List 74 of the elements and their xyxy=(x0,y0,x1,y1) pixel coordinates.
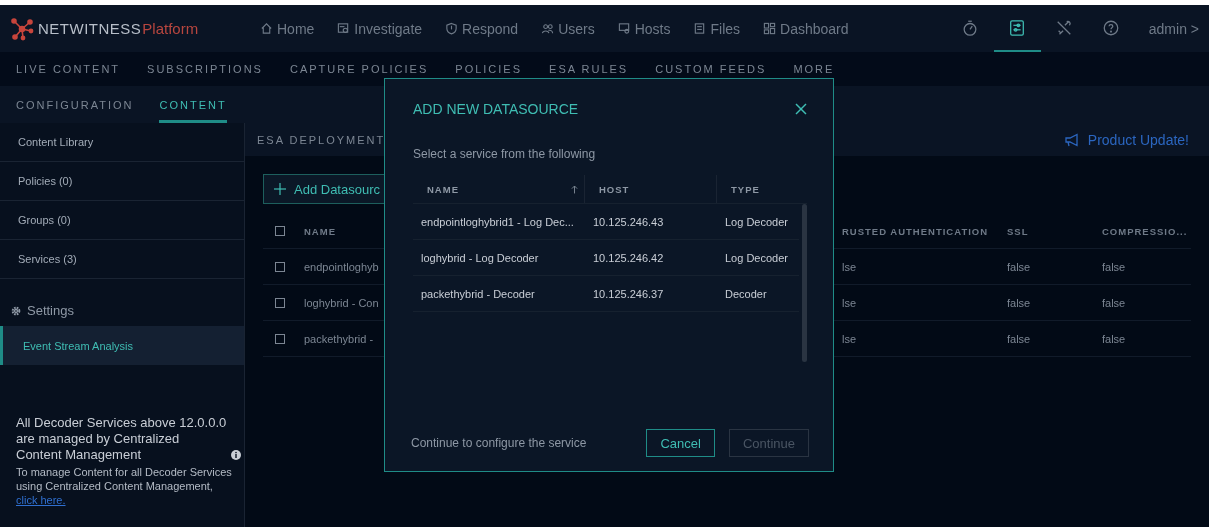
people-icon xyxy=(541,22,555,35)
service-row[interactable]: packethybrid - Decoder 10.125.246.37 Decoder xyxy=(413,276,799,312)
column-header: SSL xyxy=(1006,225,1030,237)
column-header[interactable]: NAME xyxy=(427,183,459,195)
brand-name: NETWITNESS xyxy=(38,20,142,37)
table-cell-text: false xyxy=(1006,332,1032,345)
table-cell-text: lse xyxy=(841,332,858,345)
column-header: RUSTED AUTHENTICATION xyxy=(841,225,990,237)
nav-link[interactable]: Dashboard xyxy=(763,20,849,37)
table-cell-text: lse xyxy=(841,296,858,309)
nav-link[interactable]: Respond xyxy=(445,20,519,37)
dashboard-icon xyxy=(763,22,777,35)
user-menu[interactable]: admin > xyxy=(1148,20,1199,37)
tab[interactable]: CONFIGURATION xyxy=(16,99,134,123)
monitor-icon xyxy=(617,22,631,35)
sub-nav-link[interactable]: LIVE CONTENT xyxy=(16,63,121,75)
checkbox[interactable] xyxy=(275,297,285,308)
megaphone-icon xyxy=(1063,132,1080,147)
nav-link[interactable]: Hosts xyxy=(617,20,671,37)
table-cell-text: false xyxy=(1101,332,1127,345)
column-header: COMPRESSIO... xyxy=(1101,225,1189,237)
table-cell-text: false xyxy=(1006,296,1032,309)
checkbox[interactable] xyxy=(275,333,285,344)
sidebar-item[interactable]: Event Stream Analysis xyxy=(0,326,244,365)
logo-icon xyxy=(10,16,34,41)
section-title: ESA DEPLOYMENT xyxy=(257,133,386,146)
nav-link[interactable]: Home xyxy=(260,20,315,37)
table-cell-text: loghybrid - Con xyxy=(303,296,380,309)
settings-heading: Settings xyxy=(27,303,74,318)
info-icon xyxy=(231,450,241,460)
house-icon xyxy=(260,22,273,35)
column-header: NAME xyxy=(303,225,337,237)
notice-title: All Decoder Services above 12.0.0.0 are managed by Centralized Content Management xyxy=(16,415,228,463)
service-row[interactable]: loghybrid - Log Decoder 10.125.246.42 Log Decoder xyxy=(413,240,799,276)
table-cell-text: false xyxy=(1006,260,1032,273)
sidebar-item[interactable]: Groups (0) xyxy=(0,201,244,240)
checkbox[interactable] xyxy=(275,261,285,272)
sub-nav-link[interactable]: CAPTURE POLICIES xyxy=(289,63,429,75)
brand-suffix: Platform xyxy=(142,20,199,37)
sidebar-item[interactable]: Services (3) xyxy=(0,240,244,279)
sub-nav-link[interactable]: CUSTOM FEEDS xyxy=(655,63,767,75)
sub-nav-link[interactable]: POLICIES xyxy=(455,63,523,75)
table-cell-text: lse xyxy=(841,260,858,273)
sub-nav-link[interactable]: SUBSCRIPTIONS xyxy=(147,63,263,75)
sort-up-icon[interactable] xyxy=(571,184,578,194)
nav-link[interactable]: Users xyxy=(541,20,595,37)
sidebar-item[interactable]: Policies (0) xyxy=(0,162,244,201)
sidebar-item[interactable]: Content Library xyxy=(0,123,244,162)
document-icon xyxy=(693,22,707,35)
click-here-link[interactable]: click here. xyxy=(16,494,66,506)
sub-nav-link[interactable]: ESA RULES xyxy=(549,63,629,75)
close-button[interactable] xyxy=(793,101,809,117)
table-cell-text: false xyxy=(1101,296,1127,309)
nav-link[interactable]: Investigate xyxy=(337,20,423,37)
cancel-button[interactable]: Cancel xyxy=(646,429,715,457)
table-cell-text: false xyxy=(1101,260,1127,273)
column-header[interactable]: TYPE xyxy=(731,183,760,195)
footer-text: Continue to configure the service xyxy=(411,436,587,450)
shield-icon xyxy=(445,22,459,35)
notice-text: To manage Content for all Decoder Services using Centralized Content Management, click here. xyxy=(16,465,233,507)
table-cell-text: endpointloghyb xyxy=(303,260,380,273)
nav-link[interactable]: Files xyxy=(693,20,741,37)
dialog-subtitle: Select a service from the following xyxy=(413,147,597,161)
service-row[interactable]: endpointloghybrid1 - Log Dec... 10.125.246.43 Log Decoder xyxy=(413,204,799,240)
column-header[interactable]: HOST xyxy=(599,183,630,195)
checkbox[interactable] xyxy=(275,226,285,236)
plus-icon xyxy=(274,183,286,195)
table-cell-text: packethybrid - xyxy=(303,332,375,345)
sub-nav-link[interactable]: MORE xyxy=(793,63,835,75)
magnifier-window-icon xyxy=(337,22,351,35)
product-update-link[interactable]: Product Update! xyxy=(1063,131,1189,148)
gear-icon xyxy=(11,305,21,316)
dialog-title: ADD NEW DATASOURCE xyxy=(413,101,579,117)
scrollbar[interactable] xyxy=(802,204,807,362)
